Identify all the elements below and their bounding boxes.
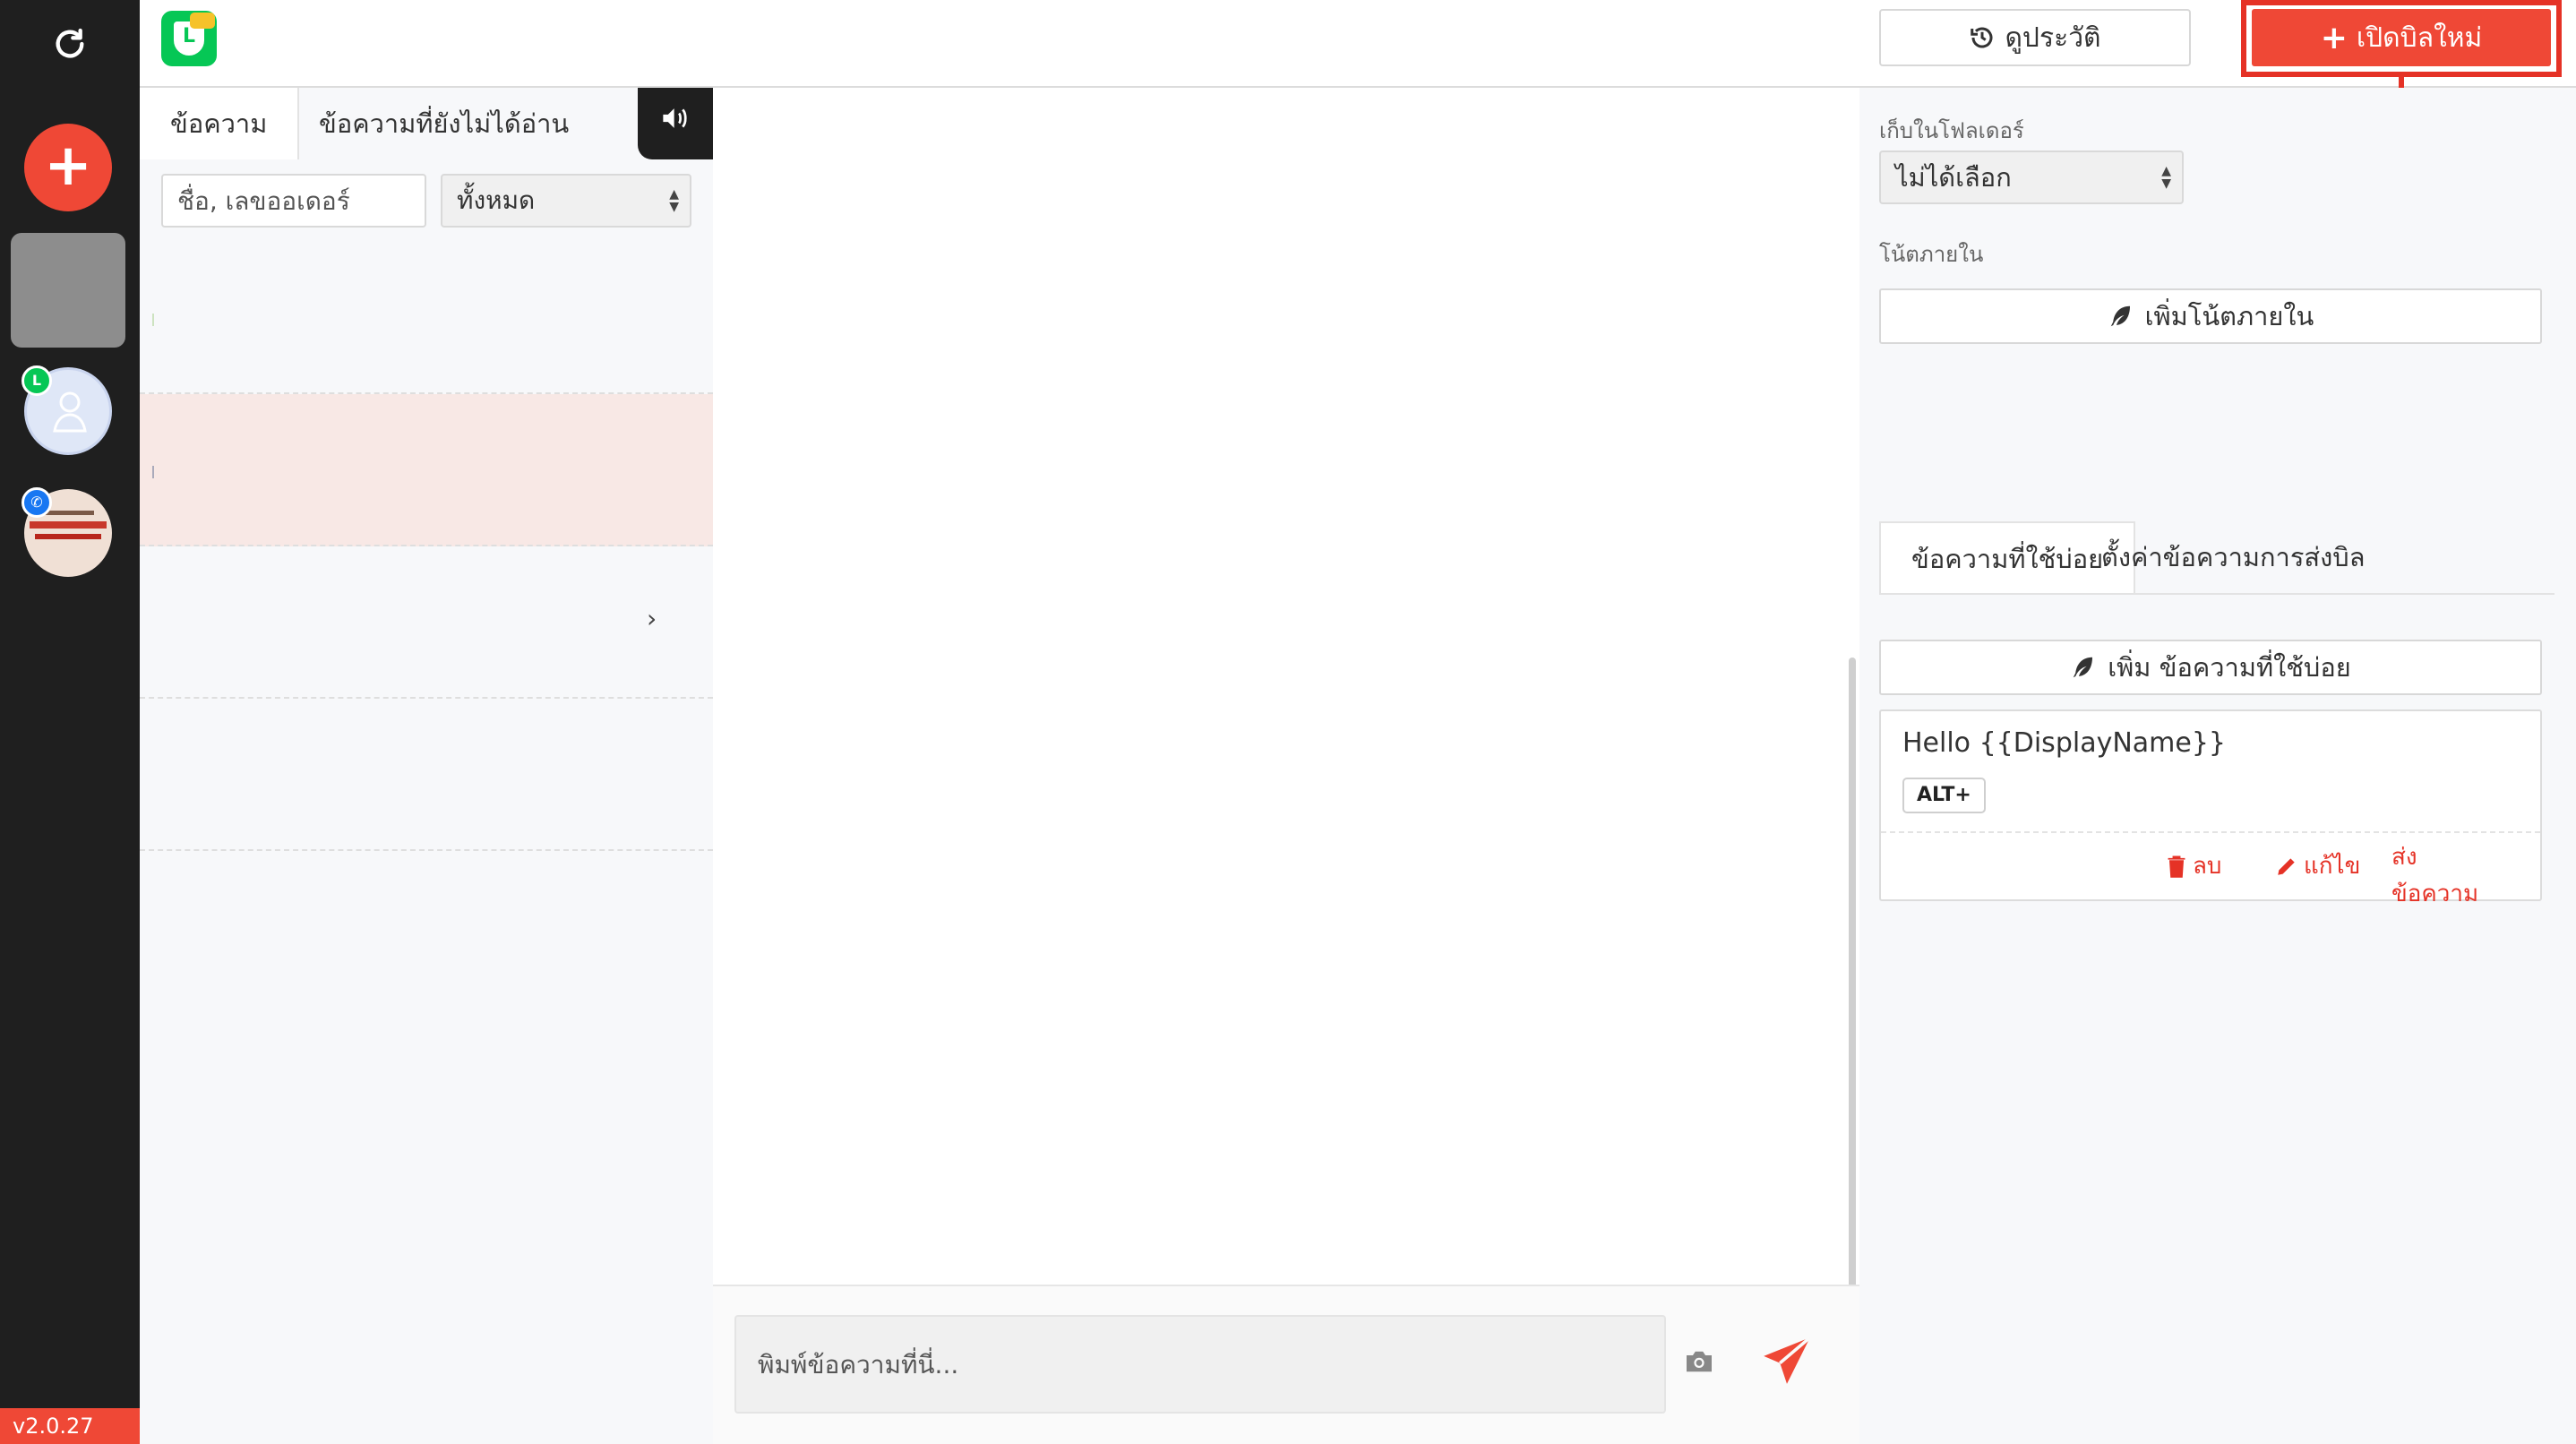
- add-quick-reply-button[interactable]: เพิ่ม ข้อความที่ใช้บ่อย: [1879, 640, 2542, 695]
- folder-label: เก็บในโฟลเดอร์: [1879, 118, 2024, 143]
- chat-list-item[interactable]: [140, 699, 713, 851]
- edit-label: แก้ไข: [2304, 853, 2361, 880]
- chat-list-item[interactable]: ›: [140, 546, 713, 699]
- tab-bill-message-settings[interactable]: ตั้งค่าข้อความการส่งบิล: [2071, 521, 2395, 593]
- quick-reply-text: Hello {{DisplayName}}: [1902, 727, 2227, 759]
- speaker-icon: [663, 108, 687, 128]
- add-internal-note-label: เพิ่มโน้ตภายใน: [2144, 301, 2314, 331]
- internal-notes-label: โน้ตภายใน: [1879, 242, 1984, 267]
- version-label: v2.0.27: [0, 1408, 140, 1444]
- app-logo: L: [161, 11, 217, 66]
- new-bill-button-label: เปิดบิลใหม่: [2356, 21, 2483, 54]
- delete-quick-reply-button[interactable]: ลบ: [2166, 847, 2221, 884]
- add-account-button[interactable]: +: [24, 124, 112, 211]
- chevron-right-icon: ›: [647, 604, 657, 633]
- sound-toggle-button[interactable]: [638, 88, 713, 159]
- tabs-divider: [1879, 593, 2555, 595]
- left-rail: + L ✆ v2.0.27: [0, 0, 140, 1444]
- chat-search-input[interactable]: [161, 174, 426, 228]
- history-button-label: ดูประวัติ: [2005, 21, 2101, 54]
- tab-messages[interactable]: ข้อความ: [140, 88, 300, 159]
- chat-filter-value: ทั้งหมด: [457, 185, 536, 215]
- folder-select[interactable]: ไม่ได้เลือก ▲ ▼: [1879, 150, 2184, 204]
- folder-select-value: ไม่ได้เลือก: [1895, 162, 2012, 193]
- trash-icon: [2168, 855, 2185, 878]
- tab-unread-messages[interactable]: ข้อความที่ยังไม่ได้อ่าน: [288, 88, 599, 159]
- message-input[interactable]: [734, 1315, 1666, 1414]
- select-caret-icon: ▲ ▼: [2161, 164, 2171, 191]
- send-quick-reply-button[interactable]: ส่งข้อความ: [2386, 844, 2478, 907]
- user-icon: [53, 391, 87, 433]
- plus-icon: +: [2320, 19, 2348, 56]
- history-icon: [1971, 27, 1993, 48]
- new-bill-button[interactable]: + เปิดบิลใหม่: [2252, 9, 2551, 66]
- chat-list-item[interactable]: [140, 394, 713, 546]
- message-composer: [713, 1285, 1859, 1444]
- conversation-scrollbar[interactable]: [1849, 658, 1856, 1302]
- account-tile-placeholder[interactable]: [11, 233, 125, 348]
- history-button[interactable]: ดูประวัติ: [1879, 9, 2191, 66]
- messenger-badge-icon: ✆: [21, 487, 52, 518]
- customer-info-panel: เก็บในโฟลเดอร์ ไม่ได้เลือก ▲ ▼ โน้ตภายใน …: [1859, 88, 2576, 1444]
- pencil-icon: [2278, 857, 2295, 875]
- add-quick-reply-label: เพิ่ม ข้อความที่ใช้บ่อย: [2108, 652, 2351, 683]
- quick-reply-card: Hello {{DisplayName}} ALT+ ลบ แก้ไข ส่งข…: [1879, 709, 2542, 907]
- delete-label: ลบ: [2193, 853, 2222, 880]
- select-caret-icon: ▲ ▼: [669, 187, 679, 214]
- shortcut-badge: ALT+: [1902, 778, 1986, 813]
- add-internal-note-button[interactable]: เพิ่มโน้ตภายใน: [1879, 288, 2542, 344]
- line-badge-icon: L: [21, 365, 52, 396]
- chat-list-panel: ข้อความ ข้อความที่ยังไม่ได้อ่าน ทั้งหมด …: [140, 88, 713, 1444]
- conversation-area: [713, 88, 1859, 1444]
- chat-list-item[interactable]: [140, 242, 713, 394]
- camera-icon[interactable]: [1684, 1349, 1714, 1374]
- send-icon[interactable]: [1759, 1333, 1815, 1388]
- refresh-icon[interactable]: [0, 0, 140, 88]
- card-divider: [1881, 831, 2540, 833]
- top-bar: [140, 0, 2576, 88]
- feather-icon: [2110, 305, 2130, 327]
- chat-filter-select[interactable]: ทั้งหมด ▲ ▼: [441, 174, 691, 228]
- edit-quick-reply-button[interactable]: แก้ไข: [2275, 847, 2360, 884]
- send-label: ส่งข้อความ: [2391, 844, 2479, 907]
- feather-icon: [2074, 657, 2093, 678]
